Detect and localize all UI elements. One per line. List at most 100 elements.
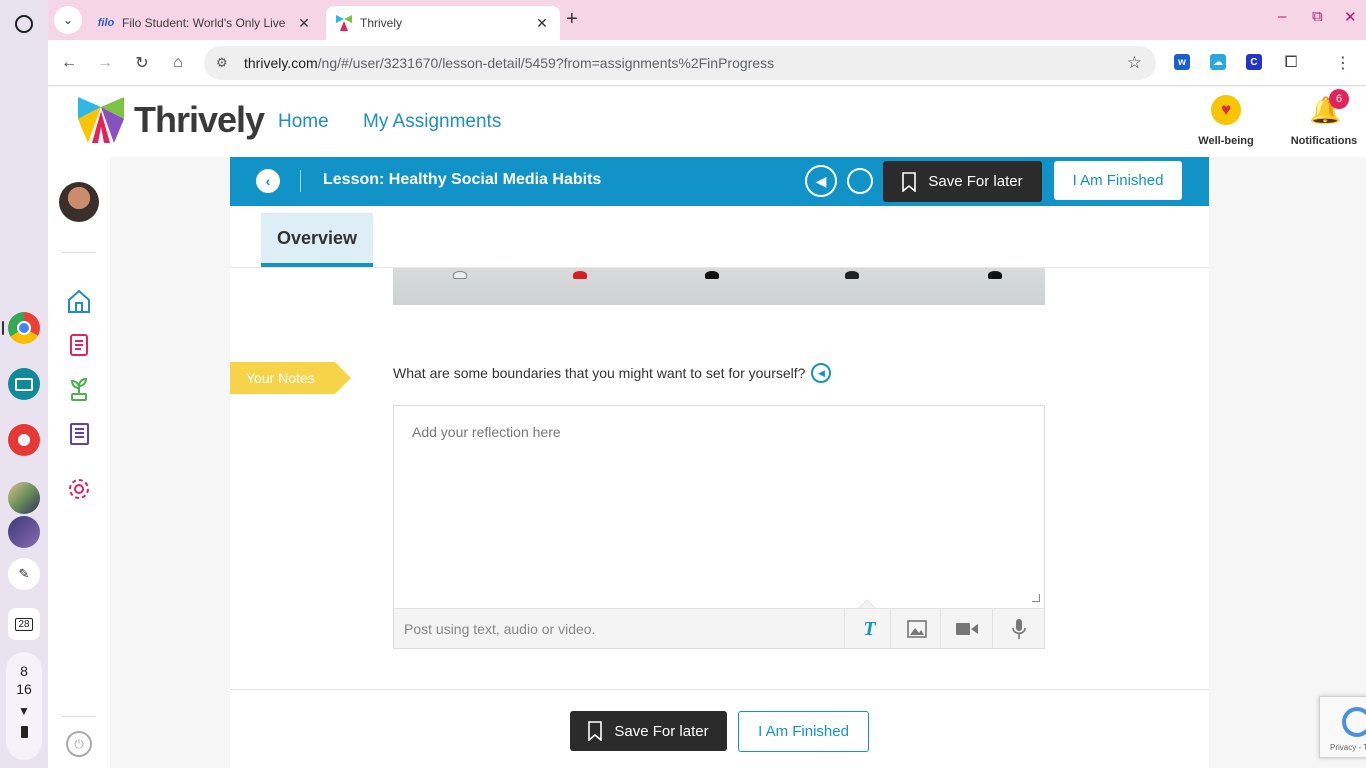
bell-icon: 🔔 6 [1309,89,1349,125]
reflection-question: What are some boundaries that you might … [393,363,832,383]
speaker-icon[interactable]: ◀ [805,165,837,197]
browser-toolbar: ← → ↻ ⌂ ⚙ thrively.com/ng/#/user/3231670… [48,40,1366,86]
notifications-label: Notifications [1290,135,1358,147]
active-app-indicator [2,321,4,335]
extensions-puzzle-icon[interactable]: ⧠ [1280,52,1302,74]
calendar-icon[interactable]: 28 [8,608,40,640]
site-info-icon[interactable]: ⚙ [216,55,232,71]
lesson-footer: Save For later I Am Finished [230,689,1209,768]
app-header: Thrively Home My Assignments ♥ Well-bein… [48,87,1366,157]
clock-hour: 8 [20,663,28,679]
lesson-tabs: Overview [230,206,1209,268]
calendar-date: 28 [15,617,33,631]
wellbeing-button[interactable]: ♥ Well-being [1196,95,1256,147]
post-hint: Post using text, audio or video. [404,621,596,637]
tab-strip: ⌄ filo Filo Student: World's Only Live ✕… [48,0,1366,40]
notifications-button[interactable]: 🔔 6 Notifications [1284,89,1364,147]
os-shelf: ✎ 28 8 16 ▼ [0,0,48,768]
photos-app-icon[interactable] [8,482,40,514]
reload-icon[interactable]: ↻ [131,52,153,74]
journal-icon[interactable] [65,420,93,448]
tab-thrively[interactable]: Thrively ✕ [326,6,560,40]
lesson-image [393,268,1045,305]
close-icon[interactable]: ✕ [534,15,550,32]
status-tray[interactable]: 8 16 ▼ [6,652,42,760]
tab-search-button[interactable]: ⌄ [54,6,82,34]
footer-save-for-later-button[interactable]: Save For later [570,711,727,751]
bookmark-icon [902,171,917,192]
launcher-button[interactable] [8,8,40,40]
image-icon[interactable] [890,609,942,649]
image-shoe [453,271,467,279]
extension-icon-2[interactable]: ☁ [1210,54,1226,70]
bookmark-icon [588,721,603,741]
image-shoe [845,271,859,279]
avatar[interactable] [59,182,99,222]
post-toolbar: Post using text, audio or video. T [394,608,1044,649]
image-shoe [705,271,719,279]
lesson-title: Lesson: Healthy Social Media Habits [323,171,602,188]
reflection-box: Post using text, audio or video. T [393,405,1045,649]
extension-icon-3[interactable]: C [1246,54,1262,70]
footer-i-am-finished-button[interactable]: I Am Finished [738,711,869,752]
divider [62,252,96,253]
paint-app-icon[interactable] [8,424,40,456]
close-icon[interactable]: ✕ [296,15,312,32]
address-bar[interactable]: ⚙ thrively.com/ng/#/user/3231670/lesson-… [204,46,1156,80]
resize-handle[interactable] [1032,594,1040,602]
tab-filo[interactable]: filo Filo Student: World's Only Live ✕ [88,6,322,40]
tab-overview[interactable]: Overview [261,213,373,267]
more-menu-icon[interactable]: ⋮ [1332,52,1354,74]
assignments-scroll-icon[interactable] [65,331,93,359]
extension-icon-1[interactable]: w [1174,54,1190,70]
question-text: What are some boundaries that you might … [393,365,806,381]
video-camera-icon[interactable] [940,609,992,649]
nav-home[interactable]: Home [278,111,329,133]
url-domain: thrively.com [244,55,318,71]
plant-growth-icon[interactable] [65,375,93,403]
clock-minute: 16 [16,681,32,697]
restore-icon[interactable]: ⧉ [1312,8,1323,25]
home-icon[interactable] [65,287,93,315]
forward-arrow-icon[interactable]: → [94,52,116,74]
save-for-later-label: Save For later [928,173,1023,190]
home-icon[interactable]: ⌂ [167,52,189,74]
new-tab-icon[interactable]: + [566,8,578,31]
heart-icon: ♥ [1211,95,1241,125]
power-icon[interactable]: ⏻ [66,731,92,757]
classroom-app-icon[interactable] [8,368,40,400]
thrively-logo-icon [78,97,124,143]
wifi-icon: ▼ [18,704,30,718]
back-arrow-icon[interactable]: ← [58,52,80,74]
pen-tool-icon[interactable]: ✎ [8,558,40,590]
wellbeing-label: Well-being [1198,135,1254,147]
minimize-icon[interactable]: – [1278,8,1286,25]
lesson-header: ‹ Lesson: Healthy Social Media Habits ◀ … [230,157,1209,206]
web-page: Thrively Home My Assignments ♥ Well-bein… [48,87,1366,768]
settings-gear-icon[interactable] [65,475,93,503]
your-notes-flag: Your Notes [230,362,351,394]
reflection-input[interactable] [394,406,1044,607]
recaptcha-icon [1342,707,1366,737]
gallery-app-icon[interactable] [8,516,40,548]
text-mode-icon[interactable]: T [844,609,894,649]
timer-icon[interactable] [847,168,873,194]
i-am-finished-button[interactable]: I Am Finished [1054,161,1182,200]
bookmark-star-icon[interactable]: ☆ [1127,53,1142,73]
launcher-icon [15,15,33,33]
microphone-icon[interactable] [992,609,1044,649]
divider [62,716,96,717]
recaptcha-badge[interactable]: Privacy - T [1319,696,1366,758]
chrome-app-icon[interactable] [8,312,40,344]
save-for-later-label: Save For later [614,722,709,740]
close-window-icon[interactable]: ✕ [1344,8,1357,26]
nav-my-assignments[interactable]: My Assignments [363,111,501,133]
speaker-icon[interactable]: ◀ [811,363,832,383]
side-nav: ⏻ [48,157,110,768]
thrively-logo[interactable]: Thrively [78,97,265,143]
save-for-later-button[interactable]: Save For later [883,161,1042,202]
chevron-down-icon: ⌄ [62,13,74,27]
notification-badge: 6 [1329,89,1349,109]
image-shoe [988,271,1002,279]
back-chevron-icon[interactable]: ‹ [256,169,280,193]
